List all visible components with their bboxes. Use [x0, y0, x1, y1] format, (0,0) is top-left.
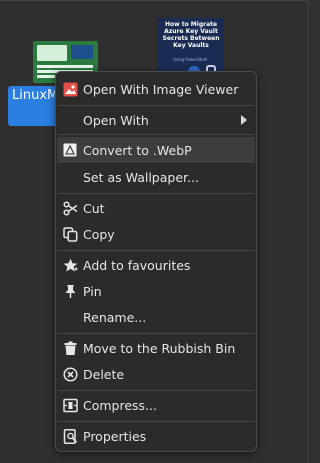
menu-item-label: Cut: [83, 200, 105, 216]
menu-separator: [57, 250, 255, 251]
pin-icon: [62, 283, 78, 299]
image-viewer-icon: [62, 81, 78, 97]
menu-item-label: Open With Image Viewer: [83, 81, 239, 97]
menu-item-move-to-rubbish-bin[interactable]: Move to the Rubbish Bin: [57, 335, 255, 361]
thumbnail-panel: [37, 45, 67, 61]
menu-item-open-with[interactable]: Open With: [57, 107, 255, 133]
thumbnail-panel: [71, 45, 93, 59]
menu-separator: [57, 134, 255, 135]
menu-item-label: Convert to .WebP: [83, 142, 192, 158]
menu-item-properties[interactable]: Properties: [57, 423, 255, 449]
thumbnail-text-lines: [37, 65, 93, 68]
menu-item-label: Move to the Rubbish Bin: [83, 340, 236, 356]
menu-separator: [57, 193, 255, 194]
right-edge: [307, 0, 309, 463]
menu-separator: [57, 333, 255, 334]
submenu-arrow-icon: [241, 115, 247, 125]
trash-icon: [62, 340, 78, 356]
desktop: How to Migrate Azure Key Vault Secrets B…: [0, 0, 309, 463]
menu-separator: [57, 105, 255, 106]
menu-item-convert-webp[interactable]: Convert to .WebP: [57, 137, 255, 163]
menu-item-cut[interactable]: Cut: [57, 195, 255, 221]
scissors-icon: [62, 200, 78, 216]
menu-separator: [57, 390, 255, 391]
menu-item-rename[interactable]: Rename...: [57, 304, 255, 330]
menu-item-set-as-wallpaper[interactable]: Set as Wallpaper...: [57, 164, 255, 190]
webp-icon: [62, 142, 78, 158]
menu-item-compress[interactable]: Compress...: [57, 392, 255, 418]
menu-item-delete[interactable]: Delete: [57, 361, 255, 387]
star-icon: [62, 257, 78, 273]
menu-item-pin[interactable]: Pin: [57, 278, 255, 304]
menu-item-open-with-image-viewer[interactable]: Open With Image Viewer: [57, 76, 255, 102]
menu-item-label: Pin: [83, 283, 102, 299]
top-edge: [0, 0, 309, 1]
copy-icon: [62, 226, 78, 242]
menu-item-label: Copy: [83, 226, 115, 242]
menu-item-label: Delete: [83, 366, 125, 382]
menu-item-label: Properties: [83, 428, 147, 444]
menu-item-label: Open With: [83, 112, 149, 128]
menu-item-label: Rename...: [83, 309, 147, 325]
thumbnail-title: How to Migrate Azure Key Vault Secrets B…: [162, 21, 220, 49]
properties-icon: [62, 428, 78, 444]
menu-item-label: Compress...: [83, 397, 157, 413]
thumbnail-subtitle: Using PowerShell: [172, 57, 208, 62]
menu-item-label: Set as Wallpaper...: [83, 169, 199, 185]
compress-icon: [62, 397, 78, 413]
menu-item-label: Add to favourites: [83, 257, 191, 273]
context-menu: Open With Image Viewer Open With Convert…: [55, 71, 257, 452]
menu-separator: [57, 421, 255, 422]
delete-icon: [62, 366, 78, 382]
menu-item-copy[interactable]: Copy: [57, 221, 255, 247]
menu-item-add-to-favourites[interactable]: Add to favourites: [57, 252, 255, 278]
